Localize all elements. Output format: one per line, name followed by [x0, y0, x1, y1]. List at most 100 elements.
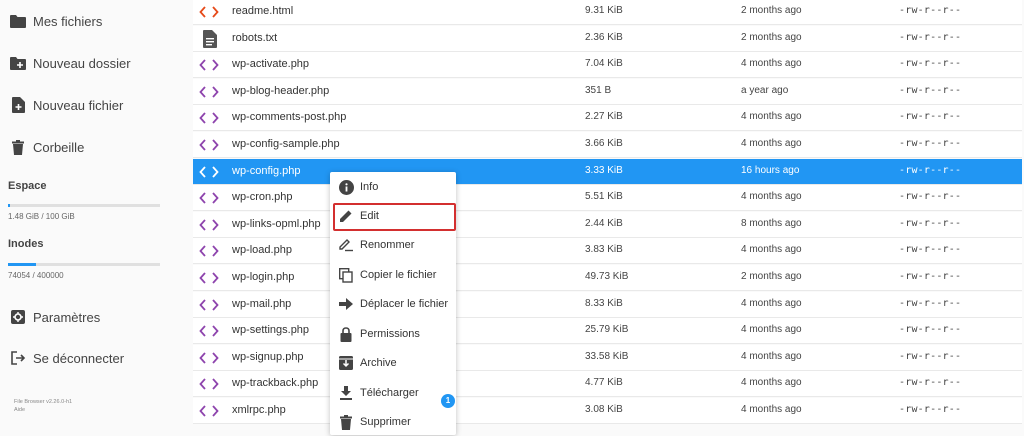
file-row[interactable]: wp-mail.php 8.33 KiB 4 months ago -rw-r-…	[193, 291, 1022, 318]
code-icon	[199, 216, 219, 234]
sidebar-item-label: Corbeille	[33, 139, 85, 155]
context-menu: Info Edit Renommer Copier le fichier Dép…	[330, 172, 456, 435]
file-name: wp-links-opml.php	[232, 217, 321, 230]
move-arrow-icon	[338, 296, 354, 312]
file-permissions: -rw-r--r--	[899, 404, 962, 415]
file-modified: 4 months ago	[741, 138, 802, 149]
file-modified: 4 months ago	[741, 350, 802, 362]
file-name: wp-blog-header.php	[232, 84, 330, 97]
inodes-usage-fill	[8, 263, 37, 266]
file-size: 351 B	[585, 84, 612, 96]
file-modified: 8 months ago	[741, 217, 802, 229]
file-permissions: -rw-r--r--	[899, 324, 962, 336]
file-permissions: -rw-r--r--	[899, 138, 962, 149]
menu-item-copy[interactable]: Copier le fichier	[330, 261, 456, 289]
file-modified: 4 months ago	[741, 244, 802, 256]
file-row[interactable]: wp-login.php 49.73 KiB 2 months ago -rw-…	[193, 265, 1022, 291]
download-icon	[338, 385, 354, 401]
menu-item-label: Supprimer	[360, 416, 411, 428]
file-row[interactable]: wp-load.php 3.83 KiB 4 months ago -rw-r-…	[193, 238, 1022, 265]
menu-item-move[interactable]: Déplacer le fichier	[330, 290, 456, 318]
code-icon	[199, 349, 219, 367]
inodes-usage-text: 74054 / 400000	[8, 271, 64, 280]
file-name: wp-mail.php	[232, 297, 292, 310]
space-usage-fill	[8, 204, 11, 207]
menu-item-permissions[interactable]: Permissions	[330, 320, 456, 348]
settings-button[interactable]: Paramètres	[0, 299, 170, 335]
code-icon	[199, 136, 219, 154]
file-row[interactable]: wp-blog-header.php 351 B a year ago -rw-…	[193, 78, 1022, 105]
code-icon	[199, 56, 219, 74]
file-permissions: -rw-r--r--	[899, 297, 962, 309]
file-modified: 2 months ago	[741, 31, 802, 43]
file-size: 5.51 KiB	[585, 191, 623, 203]
file-size: 9.31 KiB	[585, 5, 623, 16]
file-name: wp-settings.php	[232, 324, 310, 337]
menu-item-download[interactable]: Télécharger	[330, 379, 456, 407]
file-row[interactable]: wp-trackback.php 4.77 KiB 4 months ago -…	[193, 371, 1022, 398]
sidebar-item-label: Nouveau fichier	[33, 97, 124, 113]
file-row[interactable]: wp-signup.php 33.58 KiB 4 months ago -rw…	[193, 344, 1022, 371]
file-permissions: -rw-r--r--	[899, 31, 962, 43]
file-permissions: -rw-r--r--	[899, 191, 962, 203]
archive-icon	[338, 355, 354, 371]
file-name: wp-comments-post.php	[232, 111, 347, 124]
menu-item-delete[interactable]: Supprimer	[330, 408, 456, 436]
code-icon	[199, 109, 219, 127]
file-modified: 4 months ago	[741, 297, 802, 309]
file-row[interactable]: wp-cron.php 5.51 KiB 4 months ago -rw-r-…	[193, 185, 1022, 212]
file-row[interactable]: wp-links-opml.php 2.44 KiB 8 months ago …	[193, 211, 1022, 238]
file-size: 3.66 KiB	[585, 138, 623, 149]
code-icon	[199, 322, 219, 340]
file-modified: 2 months ago	[741, 5, 802, 16]
sidebar-item-new-file[interactable]: Nouveau fichier	[0, 87, 170, 123]
file-permissions: -rw-r--r--	[899, 164, 962, 176]
file-row[interactable]: wp-settings.php 25.79 KiB 4 months ago -…	[193, 318, 1022, 345]
sidebar-item-my-files[interactable]: Mes fichiers	[0, 3, 170, 39]
file-modified: 16 hours ago	[741, 164, 800, 176]
menu-item-rename[interactable]: Renommer	[330, 231, 456, 259]
code-icon	[199, 83, 219, 101]
file-size: 33.58 KiB	[585, 350, 629, 362]
file-size: 2.27 KiB	[585, 111, 623, 123]
file-row[interactable]: wp-config-sample.php 3.66 KiB 4 months a…	[193, 132, 1022, 158]
file-row[interactable]: readme.html 9.31 KiB 2 months ago -rw-r-…	[193, 0, 1022, 25]
help-link[interactable]: Aide	[14, 406, 25, 414]
file-size: 3.08 KiB	[585, 404, 623, 415]
code-icon	[199, 189, 219, 207]
menu-item-archive[interactable]: Archive	[330, 349, 456, 377]
menu-item-info[interactable]: Info	[330, 173, 456, 201]
menu-item-edit[interactable]: Edit	[330, 202, 456, 230]
sidebar-item-new-folder[interactable]: Nouveau dossier	[0, 45, 170, 81]
menu-item-label: Permissions	[360, 328, 420, 340]
file-name: wp-activate.php	[232, 58, 310, 71]
menu-item-label: Déplacer le fichier	[360, 298, 449, 310]
code-icon	[199, 3, 219, 21]
file-size: 8.33 KiB	[585, 297, 623, 309]
file-modified: 4 months ago	[741, 404, 802, 415]
file-size: 7.04 KiB	[585, 58, 623, 70]
sidebar-item-trash[interactable]: Corbeille	[0, 129, 170, 165]
file-name: wp-config.php	[232, 164, 301, 177]
logout-button[interactable]: Se déconnecter	[0, 340, 170, 376]
file-size: 3.83 KiB	[585, 244, 623, 256]
file-name: wp-trackback.php	[232, 377, 319, 390]
file-modified: 4 months ago	[741, 191, 802, 203]
file-modified: 4 months ago	[741, 324, 802, 336]
delete-icon	[338, 414, 354, 430]
logout-icon	[10, 350, 26, 366]
settings-label: Paramètres	[33, 309, 101, 325]
settings-icon	[10, 309, 26, 325]
file-modified: 4 months ago	[741, 377, 802, 389]
file-row[interactable]: wp-config.php 3.33 KiB 16 hours ago -rw-…	[193, 158, 1022, 185]
menu-item-label: Renommer	[360, 239, 415, 251]
menu-item-label: Info	[360, 181, 379, 193]
file-permissions: -rw-r--r--	[899, 217, 962, 229]
version-text: File Browser v2.26.0-h1	[14, 399, 73, 405]
file-row[interactable]: robots.txt 2.36 KiB 2 months ago -rw-r--…	[193, 25, 1022, 52]
file-name: wp-login.php	[232, 271, 295, 283]
file-row[interactable]: xmlrpc.php 3.08 KiB 4 months ago -rw-r--…	[193, 398, 1022, 424]
file-row[interactable]: wp-activate.php 7.04 KiB 4 months ago -r…	[193, 52, 1022, 79]
logout-label: Se déconnecter	[33, 350, 125, 366]
file-row[interactable]: wp-comments-post.php 2.27 KiB 4 months a…	[193, 105, 1022, 132]
